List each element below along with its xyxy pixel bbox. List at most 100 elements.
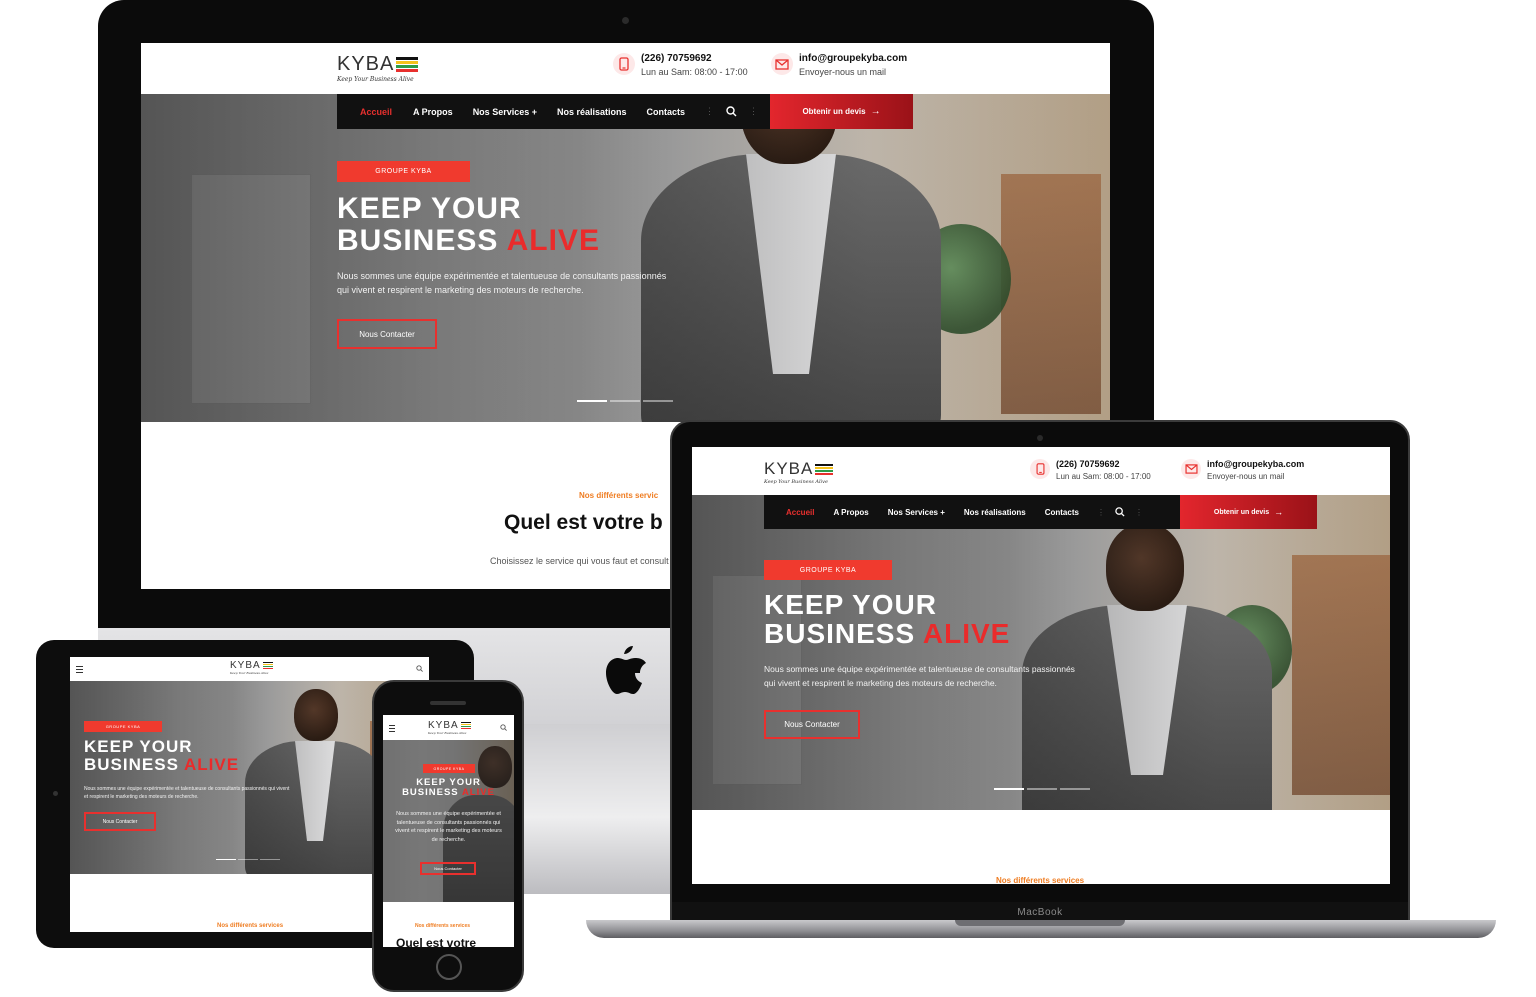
laptop-nav-contacts[interactable]: Contacts xyxy=(1045,508,1079,517)
tablet-logo-wordmark: KYBA xyxy=(230,660,261,671)
phone-logo[interactable]: KYBA Keep Your Business Alive xyxy=(428,720,471,735)
tablet-hero-badge: GROUPE KYBA xyxy=(84,721,162,732)
laptop-email-contact[interactable]: info@groupekyba.com Envoyer-nous un mail xyxy=(1181,459,1304,481)
laptop-phone-contact[interactable]: (226) 70759692 Lun au Sam: 08:00 - 17:00 xyxy=(1030,459,1151,481)
mail-icon xyxy=(771,53,793,75)
phone-services-title: Quel est votre xyxy=(396,936,477,947)
laptop-get-quote-button[interactable]: Obtenir un devis → xyxy=(1180,495,1317,529)
get-quote-button[interactable]: Obtenir un devis → xyxy=(770,94,913,129)
tablet-logo[interactable]: KYBA Keep Your Business Alive xyxy=(230,660,273,675)
laptop-slider-dot-3[interactable] xyxy=(1060,788,1090,790)
laptop-phone-icon xyxy=(1030,459,1050,479)
laptop-nav-a-propos[interactable]: A Propos xyxy=(833,508,868,517)
phone-services-eyebrow: Nos différents services xyxy=(415,923,471,929)
phone-hero: GROUPE KYBA KEEP YOUR BUSINESS ALIVE Nou… xyxy=(383,740,514,902)
tablet-header: KYBA Keep Your Business Alive xyxy=(70,657,429,681)
phone-home-button[interactable] xyxy=(436,954,462,980)
nav-accueil[interactable]: Accueil xyxy=(360,107,392,117)
phone-search-icon[interactable] xyxy=(500,724,507,731)
slider-dot-3[interactable] xyxy=(643,400,673,402)
phone-hero-title-plain: BUSINESS xyxy=(402,786,459,798)
imac-camera xyxy=(622,17,629,24)
tablet-slider-dot-3[interactable] xyxy=(260,859,280,860)
laptop-hero-title-line1: KEEP YOUR xyxy=(764,589,937,620)
hero-title-accent: ALIVE xyxy=(506,223,600,257)
email-contact[interactable]: info@groupekyba.com Envoyer-nous un mail xyxy=(771,53,907,77)
tablet-slider-dot-1[interactable] xyxy=(216,859,236,860)
laptop-hero: Accueil A Propos Nos Services + Nos réal… xyxy=(692,495,1390,810)
laptop-nav-nos-services[interactable]: Nos Services + xyxy=(888,508,945,517)
hero-slider: Accueil A Propos Nos Services + Nos réal… xyxy=(141,94,1110,422)
laptop-services-eyebrow: Nos différents services xyxy=(996,876,1085,884)
email-address: info@groupekyba.com xyxy=(799,53,908,64)
phone-hero-title: KEEP YOUR BUSINESS ALIVE xyxy=(383,778,514,798)
tablet-slider-dot-2[interactable] xyxy=(238,859,258,860)
laptop-nav-nos-realisations[interactable]: Nos réalisations xyxy=(964,508,1026,517)
laptop-logo[interactable]: KYBA Keep Your Business Alive xyxy=(764,459,834,485)
laptop-hero-title-plain: BUSINESS xyxy=(764,618,916,650)
laptop-slider-dot-2[interactable] xyxy=(1027,788,1057,790)
phone-number: (226) 70759692 xyxy=(641,53,712,64)
slider-dot-1[interactable] xyxy=(577,400,607,402)
laptop-hero-badge: GROUPE KYBA xyxy=(764,560,892,580)
phone-contact-us-button[interactable]: Nous Contacter xyxy=(420,862,476,875)
laptop-opening-notch xyxy=(955,920,1125,926)
brand-logo[interactable]: KYBA Keep Your Business Alive xyxy=(337,53,419,83)
laptop-nav-separator: ⋮ xyxy=(1096,507,1105,517)
phone-logo-flag xyxy=(460,722,471,729)
logo-wordmark: KYBA xyxy=(337,53,395,75)
laptop-chin: MacBook xyxy=(672,902,1408,922)
apple-logo-icon xyxy=(606,646,646,694)
nav-a-propos[interactable]: A Propos xyxy=(413,107,453,117)
laptop-opening-hours: Lun au Sam: 08:00 - 17:00 xyxy=(1056,472,1151,481)
laptop-logo-tagline: Keep Your Business Alive xyxy=(764,479,828,485)
tablet-search-icon[interactable] xyxy=(416,665,423,672)
email-subtitle: Envoyer-nous un mail xyxy=(799,67,887,77)
laptop-slider-dots xyxy=(994,788,1090,790)
laptop-nav-accueil[interactable]: Accueil xyxy=(786,508,814,517)
phone-hero-title-line2: BUSINESS ALIVE xyxy=(383,786,514,798)
laptop-email-address: info@groupekyba.com xyxy=(1207,459,1305,469)
laptop-main-nav: Accueil A Propos Nos Services + Nos réal… xyxy=(764,495,1180,529)
nav-nos-realisations[interactable]: Nos réalisations xyxy=(557,107,627,117)
tablet-hero-title-line1: KEEP YOUR xyxy=(84,737,193,756)
laptop-email-text: info@groupekyba.com Envoyer-nous un mail xyxy=(1207,459,1304,481)
phone-screen: KYBA Keep Your Business Alive GROUPE KYB… xyxy=(383,715,514,947)
nav-separator: ⋮ xyxy=(705,106,715,116)
laptop-contact-us-button[interactable]: Nous Contacter xyxy=(764,710,860,739)
laptop-slider-dot-1[interactable] xyxy=(994,788,1024,790)
nav-nos-services[interactable]: Nos Services + xyxy=(473,107,537,117)
logo-flag-stripes xyxy=(396,57,419,72)
search-icon[interactable] xyxy=(726,106,737,117)
phone-header: KYBA Keep Your Business Alive xyxy=(383,715,514,740)
tablet-slider-dots xyxy=(216,859,280,860)
phone-contact-text: (226) 70759692 Lun au Sam: 08:00 - 17:00 xyxy=(641,53,748,77)
laptop-logo-flag xyxy=(815,463,834,475)
logo-tagline: Keep Your Business Alive xyxy=(337,76,414,83)
laptop-hero-title: KEEP YOUR BUSINESS ALIVE xyxy=(764,590,1010,649)
get-quote-label: Obtenir un devis xyxy=(802,107,866,116)
hero-title-line1: KEEP YOUR xyxy=(337,192,522,225)
tablet-services-eyebrow: Nos différents services xyxy=(217,923,284,929)
laptop-get-quote-label: Obtenir un devis xyxy=(1213,508,1270,516)
tablet-contact-us-button[interactable]: Nous Contacter xyxy=(84,812,156,831)
hero-title: KEEP YOUR BUSINESS ALIVE xyxy=(337,193,600,256)
tablet-hero-title-accent: ALIVE xyxy=(184,754,240,774)
hero-description: Nous sommes une équipe expérimentée et t… xyxy=(337,271,667,296)
contact-us-button[interactable]: Nous Contacter xyxy=(337,319,437,349)
nav-contacts[interactable]: Contacts xyxy=(647,107,686,117)
email-contact-text: info@groupekyba.com Envoyer-nous un mail xyxy=(799,53,907,77)
services-eyebrow: Nos différents servic xyxy=(579,491,659,500)
phone-hamburger-menu-icon[interactable] xyxy=(389,725,395,732)
phone-hero-description: Nous sommes une équipe expérimentée et t… xyxy=(395,811,502,843)
laptop-screen: KYBA Keep Your Business Alive (226) 7075… xyxy=(692,447,1390,884)
laptop-phone-text: (226) 70759692 Lun au Sam: 08:00 - 17:00 xyxy=(1056,459,1151,481)
laptop-phone-number: (226) 70759692 xyxy=(1056,459,1120,469)
laptop-search-icon[interactable] xyxy=(1115,507,1125,517)
laptop-hero-overlay xyxy=(692,495,1390,810)
hero-title-plain: BUSINESS xyxy=(337,223,499,257)
laptop-header: KYBA Keep Your Business Alive (226) 7075… xyxy=(692,447,1390,495)
slider-dot-2[interactable] xyxy=(610,400,640,402)
hamburger-menu-icon[interactable] xyxy=(76,666,83,673)
phone-contact[interactable]: (226) 70759692 Lun au Sam: 08:00 - 17:00 xyxy=(613,53,748,77)
